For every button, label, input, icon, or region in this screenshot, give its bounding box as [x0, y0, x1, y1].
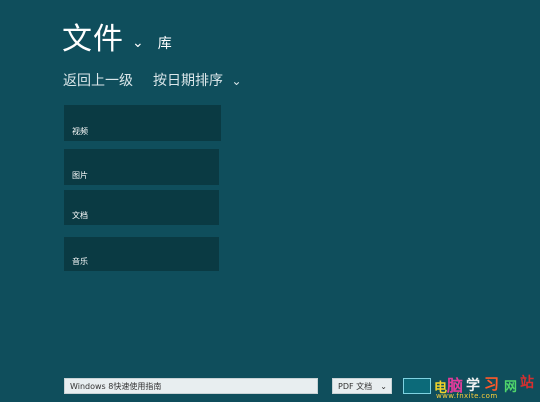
- sort-button[interactable]: 按日期排序 ⌄: [153, 70, 242, 90]
- current-location[interactable]: 库: [158, 33, 172, 53]
- header: 文件 ⌄ 库: [62, 22, 172, 58]
- filename-input[interactable]: Windows 8快速使用指南: [64, 378, 318, 394]
- tile-label: 图片: [72, 171, 88, 180]
- chevron-down-icon: ⌄: [231, 74, 242, 88]
- tile-label: 文档: [72, 211, 88, 220]
- filetype-select[interactable]: PDF 文档 ⌄: [332, 378, 392, 394]
- chevron-down-icon[interactable]: ⌄: [132, 35, 144, 51]
- watermark-url: www.fnxite.com: [436, 392, 498, 400]
- tile-documents[interactable]: 文档: [64, 190, 219, 225]
- chevron-down-icon: ⌄: [380, 382, 387, 391]
- tile-videos[interactable]: 视频: [64, 105, 221, 141]
- tile-pictures[interactable]: 图片: [64, 149, 219, 185]
- tile-label: 视频: [72, 127, 88, 136]
- page-title[interactable]: 文件: [62, 22, 124, 58]
- filetype-value: PDF 文档: [338, 382, 373, 391]
- save-button[interactable]: [403, 378, 431, 394]
- watermark: 电 脑 学 习 网 站 www.fnxite.com: [434, 375, 534, 400]
- tile-music[interactable]: 音乐: [64, 237, 219, 271]
- sort-label: 按日期排序: [153, 73, 223, 89]
- tile-label: 音乐: [72, 257, 88, 266]
- subnav: 返回上一级 按日期排序 ⌄: [63, 70, 242, 90]
- back-link[interactable]: 返回上一级: [63, 70, 133, 90]
